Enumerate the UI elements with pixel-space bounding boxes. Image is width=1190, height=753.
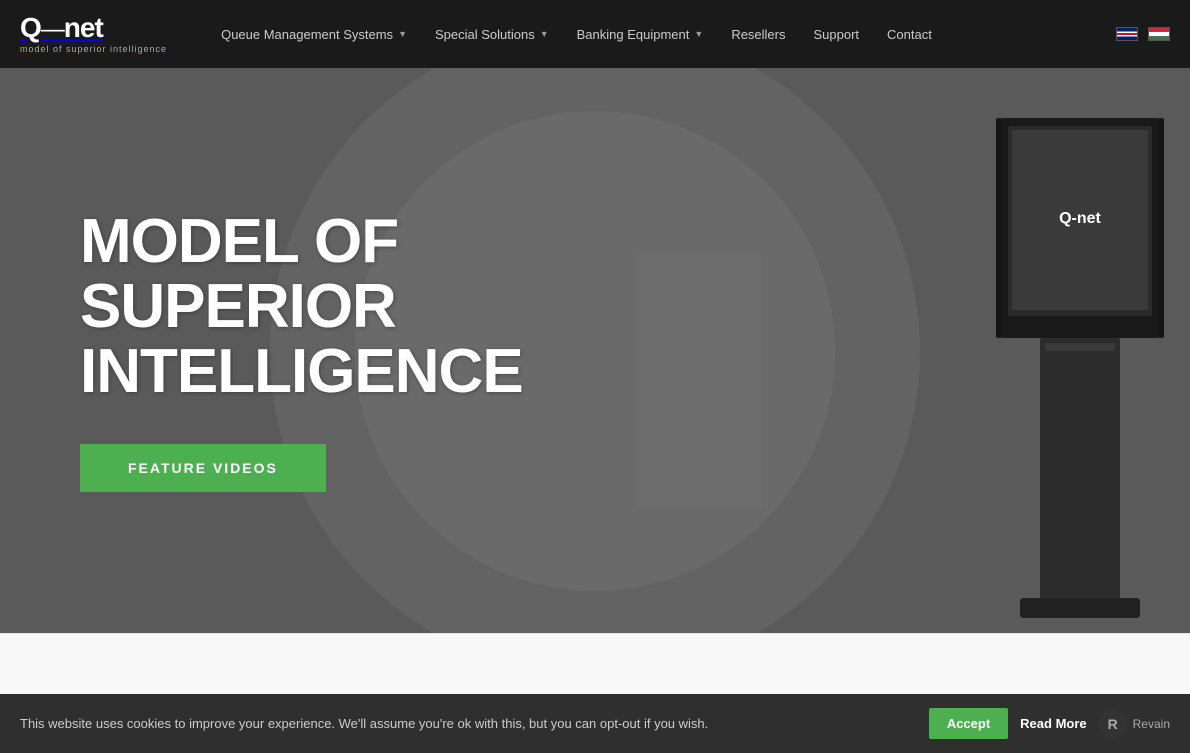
hero-content: MODEL OF SUPERIOR INTELLIGENCE FEATURE V… — [0, 209, 780, 492]
nav-right — [1116, 27, 1170, 41]
nav-label-resellers: Resellers — [731, 27, 785, 42]
hero-section: MODEL OF SUPERIOR INTELLIGENCE FEATURE V… — [0, 68, 1190, 633]
cookie-read-more-link[interactable]: Read More — [1020, 716, 1086, 731]
revain-label: Revain — [1133, 717, 1170, 731]
feature-videos-button[interactable]: FEATURE VIDEOS — [80, 444, 326, 492]
nav-item-banking[interactable]: Banking Equipment ▼ — [563, 19, 718, 50]
nav-link-banking[interactable]: Banking Equipment ▼ — [563, 19, 718, 50]
logo-net: net — [64, 12, 103, 43]
kiosk-svg: Q-net — [970, 108, 1190, 628]
cookie-accept-button[interactable]: Accept — [929, 708, 1008, 739]
nav-link-support[interactable]: Support — [800, 19, 874, 50]
logo-link[interactable]: Q—net model of superior intelligence — [20, 14, 167, 54]
svg-text:Q-net: Q-net — [1059, 210, 1101, 227]
nav-link-special[interactable]: Special Solutions ▼ — [421, 19, 563, 50]
logo-q: Q — [20, 12, 41, 43]
nav-label-banking: Banking Equipment — [577, 27, 690, 42]
flag-hu[interactable] — [1148, 27, 1170, 41]
hero-kiosk-image: Q-net — [970, 108, 1190, 633]
nav-arrow-special: ▼ — [540, 29, 549, 39]
cookie-message: This website uses cookies to improve you… — [20, 716, 909, 731]
revain-branding: R Revain — [1099, 710, 1170, 738]
nav-item-resellers[interactable]: Resellers — [717, 19, 799, 50]
cookie-banner: This website uses cookies to improve you… — [0, 694, 1190, 753]
nav-label-support: Support — [814, 27, 860, 42]
revain-icon: R — [1099, 710, 1127, 738]
nav-arrow-queue: ▼ — [398, 29, 407, 39]
nav-item-support[interactable]: Support — [800, 19, 874, 50]
nav-link-resellers[interactable]: Resellers — [717, 19, 799, 50]
nav-arrow-banking: ▼ — [694, 29, 703, 39]
nav-item-special[interactable]: Special Solutions ▼ — [421, 19, 563, 50]
logo-text: Q—net — [20, 14, 167, 42]
nav-label-queue: Queue Management Systems — [221, 27, 393, 42]
nav-item-queue[interactable]: Queue Management Systems ▼ — [207, 19, 421, 50]
nav-label-contact: Contact — [887, 27, 932, 42]
nav-link-contact[interactable]: Contact — [873, 19, 946, 50]
navigation: Q—net model of superior intelligence Que… — [0, 0, 1190, 68]
logo-dash: — — [41, 16, 64, 43]
nav-link-queue[interactable]: Queue Management Systems ▼ — [207, 19, 421, 50]
nav-menu: Queue Management Systems ▼ Special Solut… — [207, 19, 1116, 50]
nav-item-contact[interactable]: Contact — [873, 19, 946, 50]
hero-title: MODEL OF SUPERIOR INTELLIGENCE — [80, 209, 700, 404]
logo-subtitle: model of superior intelligence — [20, 44, 167, 54]
cookie-actions: Accept Read More R Revain — [929, 708, 1170, 739]
nav-label-special: Special Solutions — [435, 27, 535, 42]
flag-uk[interactable] — [1116, 27, 1138, 41]
